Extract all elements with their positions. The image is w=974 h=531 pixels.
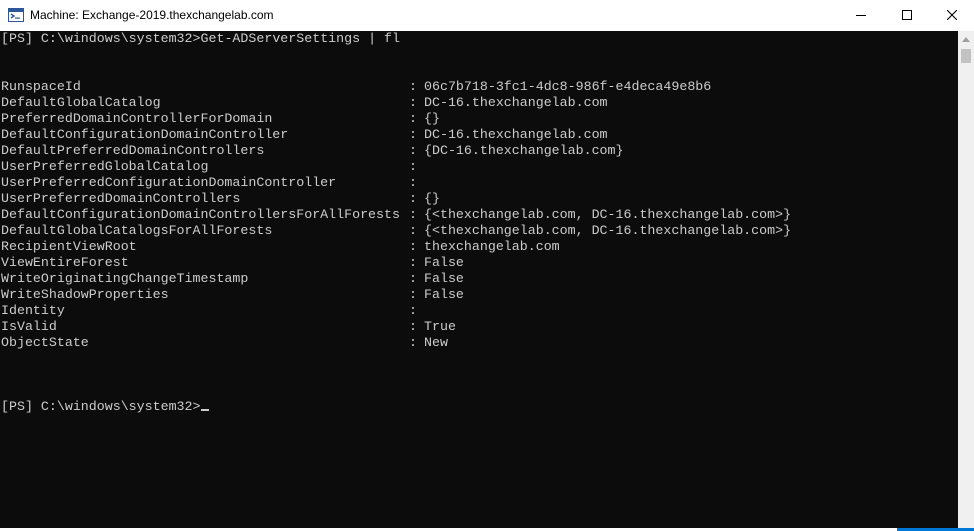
property-name: UserPreferredGlobalCatalog bbox=[1, 159, 209, 174]
property-separator: : bbox=[409, 303, 417, 318]
property-name: IsValid bbox=[1, 319, 57, 334]
prompt-text: [PS] C:\windows\system32> bbox=[1, 31, 201, 46]
close-button[interactable] bbox=[930, 0, 974, 30]
scroll-up-button[interactable] bbox=[958, 31, 974, 48]
property-name: DefaultPreferredDomainControllers bbox=[1, 143, 265, 158]
property-separator: : bbox=[409, 127, 417, 142]
property-name: WriteShadowProperties bbox=[1, 287, 169, 302]
vertical-scrollbar[interactable] bbox=[958, 31, 974, 528]
property-separator: : bbox=[409, 111, 417, 126]
property-row: DefaultGlobalCatalog: DC-16.thexchangelab… bbox=[0, 95, 950, 111]
property-value: New bbox=[424, 335, 448, 350]
property-name: DefaultConfigurationDomainControllersFor… bbox=[1, 207, 400, 222]
property-name: DefaultGlobalCatalog bbox=[1, 95, 161, 110]
property-row: DefaultPreferredDomainControllers: {DC-16… bbox=[0, 143, 950, 159]
property-separator: : bbox=[409, 159, 417, 174]
command-text: Get-ADServerSettings | fl bbox=[200, 31, 401, 46]
minimize-button[interactable] bbox=[838, 0, 884, 30]
property-row: UserPreferredGlobalCatalog: bbox=[0, 159, 950, 175]
property-name: WriteOriginatingChangeTimestamp bbox=[1, 271, 249, 286]
property-row: WriteOriginatingChangeTimestamp: False bbox=[0, 271, 950, 287]
scroll-thumb[interactable] bbox=[961, 49, 971, 63]
property-row: ViewEntireForest: False bbox=[0, 255, 950, 271]
property-value: False bbox=[424, 287, 464, 302]
property-separator: : bbox=[409, 95, 417, 110]
property-row: DefaultConfigurationDomainControllersFor… bbox=[0, 207, 950, 223]
property-separator: : bbox=[409, 239, 417, 254]
property-name: UserPreferredDomainControllers bbox=[1, 191, 241, 206]
property-row: IsValid: True bbox=[0, 319, 950, 335]
chevron-up-icon bbox=[962, 37, 970, 42]
property-row: UserPreferredConfigurationDomainControll… bbox=[0, 175, 950, 191]
property-row: RecipientViewRoot: thexchangelab.com bbox=[0, 239, 950, 255]
property-value: False bbox=[424, 271, 464, 286]
property-separator: : bbox=[409, 319, 417, 334]
property-name: DefaultGlobalCatalogsForAllForests bbox=[1, 223, 273, 238]
maximize-button[interactable] bbox=[884, 0, 930, 30]
property-row: ObjectState: New bbox=[0, 335, 950, 351]
property-value: 06c7b718-3fc1-4dc8-986f-e4deca49e8b6 bbox=[424, 79, 712, 94]
property-name: DefaultConfigurationDomainController bbox=[1, 127, 289, 142]
property-value: DC-16.thexchangelab.com bbox=[424, 127, 608, 142]
property-name: UserPreferredConfigurationDomainControll… bbox=[1, 175, 337, 190]
console-window: Machine: Exchange-2019.thexchangelab.com… bbox=[0, 0, 974, 531]
text-cursor bbox=[200, 409, 209, 411]
property-separator: : bbox=[409, 207, 417, 222]
property-name: Identity bbox=[1, 303, 65, 318]
window-title: Machine: Exchange-2019.thexchangelab.com bbox=[30, 8, 274, 22]
property-row: PreferredDomainControllerForDomain: {} bbox=[0, 111, 950, 127]
console-output[interactable]: [PS] C:\windows\system32>Get-ADServerSet… bbox=[0, 31, 958, 528]
final-prompt-text: [PS] C:\windows\system32> bbox=[1, 399, 201, 414]
property-value: {<thexchangelab.com, DC-16.thexchangelab… bbox=[424, 207, 792, 222]
property-value: {} bbox=[424, 191, 440, 206]
property-row: Identity: bbox=[0, 303, 950, 319]
property-value: False bbox=[424, 255, 464, 270]
property-separator: : bbox=[409, 335, 417, 350]
property-separator: : bbox=[409, 191, 417, 206]
property-name: RunspaceId bbox=[1, 79, 81, 94]
command-line: [PS] C:\windows\system32>Get-ADServerSet… bbox=[1, 31, 400, 47]
property-separator: : bbox=[409, 223, 417, 238]
property-value: thexchangelab.com bbox=[424, 239, 560, 254]
maximize-icon bbox=[902, 10, 912, 20]
property-name: ObjectState bbox=[1, 335, 89, 350]
property-value: {} bbox=[424, 111, 440, 126]
property-separator: : bbox=[409, 79, 417, 94]
property-row: UserPreferredDomainControllers: {} bbox=[0, 191, 950, 207]
property-value: DC-16.thexchangelab.com bbox=[424, 95, 608, 110]
property-name: ViewEntireForest bbox=[1, 255, 129, 270]
property-value: {DC-16.thexchangelab.com} bbox=[424, 143, 624, 158]
final-prompt-line[interactable]: [PS] C:\windows\system32> bbox=[1, 399, 209, 415]
property-name: RecipientViewRoot bbox=[1, 239, 137, 254]
powershell-machine-icon bbox=[8, 7, 24, 23]
property-separator: : bbox=[409, 175, 417, 190]
property-value: {<thexchangelab.com, DC-16.thexchangelab… bbox=[424, 223, 792, 238]
property-row: DefaultGlobalCatalogsForAllForests: {<the… bbox=[0, 223, 950, 239]
close-icon bbox=[947, 10, 957, 20]
property-separator: : bbox=[409, 255, 417, 270]
title-bar[interactable]: Machine: Exchange-2019.thexchangelab.com bbox=[0, 0, 974, 32]
property-value: True bbox=[424, 319, 456, 334]
property-name: PreferredDomainControllerForDomain bbox=[1, 111, 273, 126]
property-separator: : bbox=[409, 143, 417, 158]
property-row: RunspaceId:06c7b718-3fc1-4dc8-986f-e4dec… bbox=[0, 79, 950, 95]
property-row: DefaultConfigurationDomainController: DC-… bbox=[0, 127, 950, 143]
property-separator: : bbox=[409, 271, 417, 286]
minimize-icon bbox=[856, 15, 866, 16]
property-separator: : bbox=[409, 287, 417, 302]
property-row: WriteShadowProperties: False bbox=[0, 287, 950, 303]
